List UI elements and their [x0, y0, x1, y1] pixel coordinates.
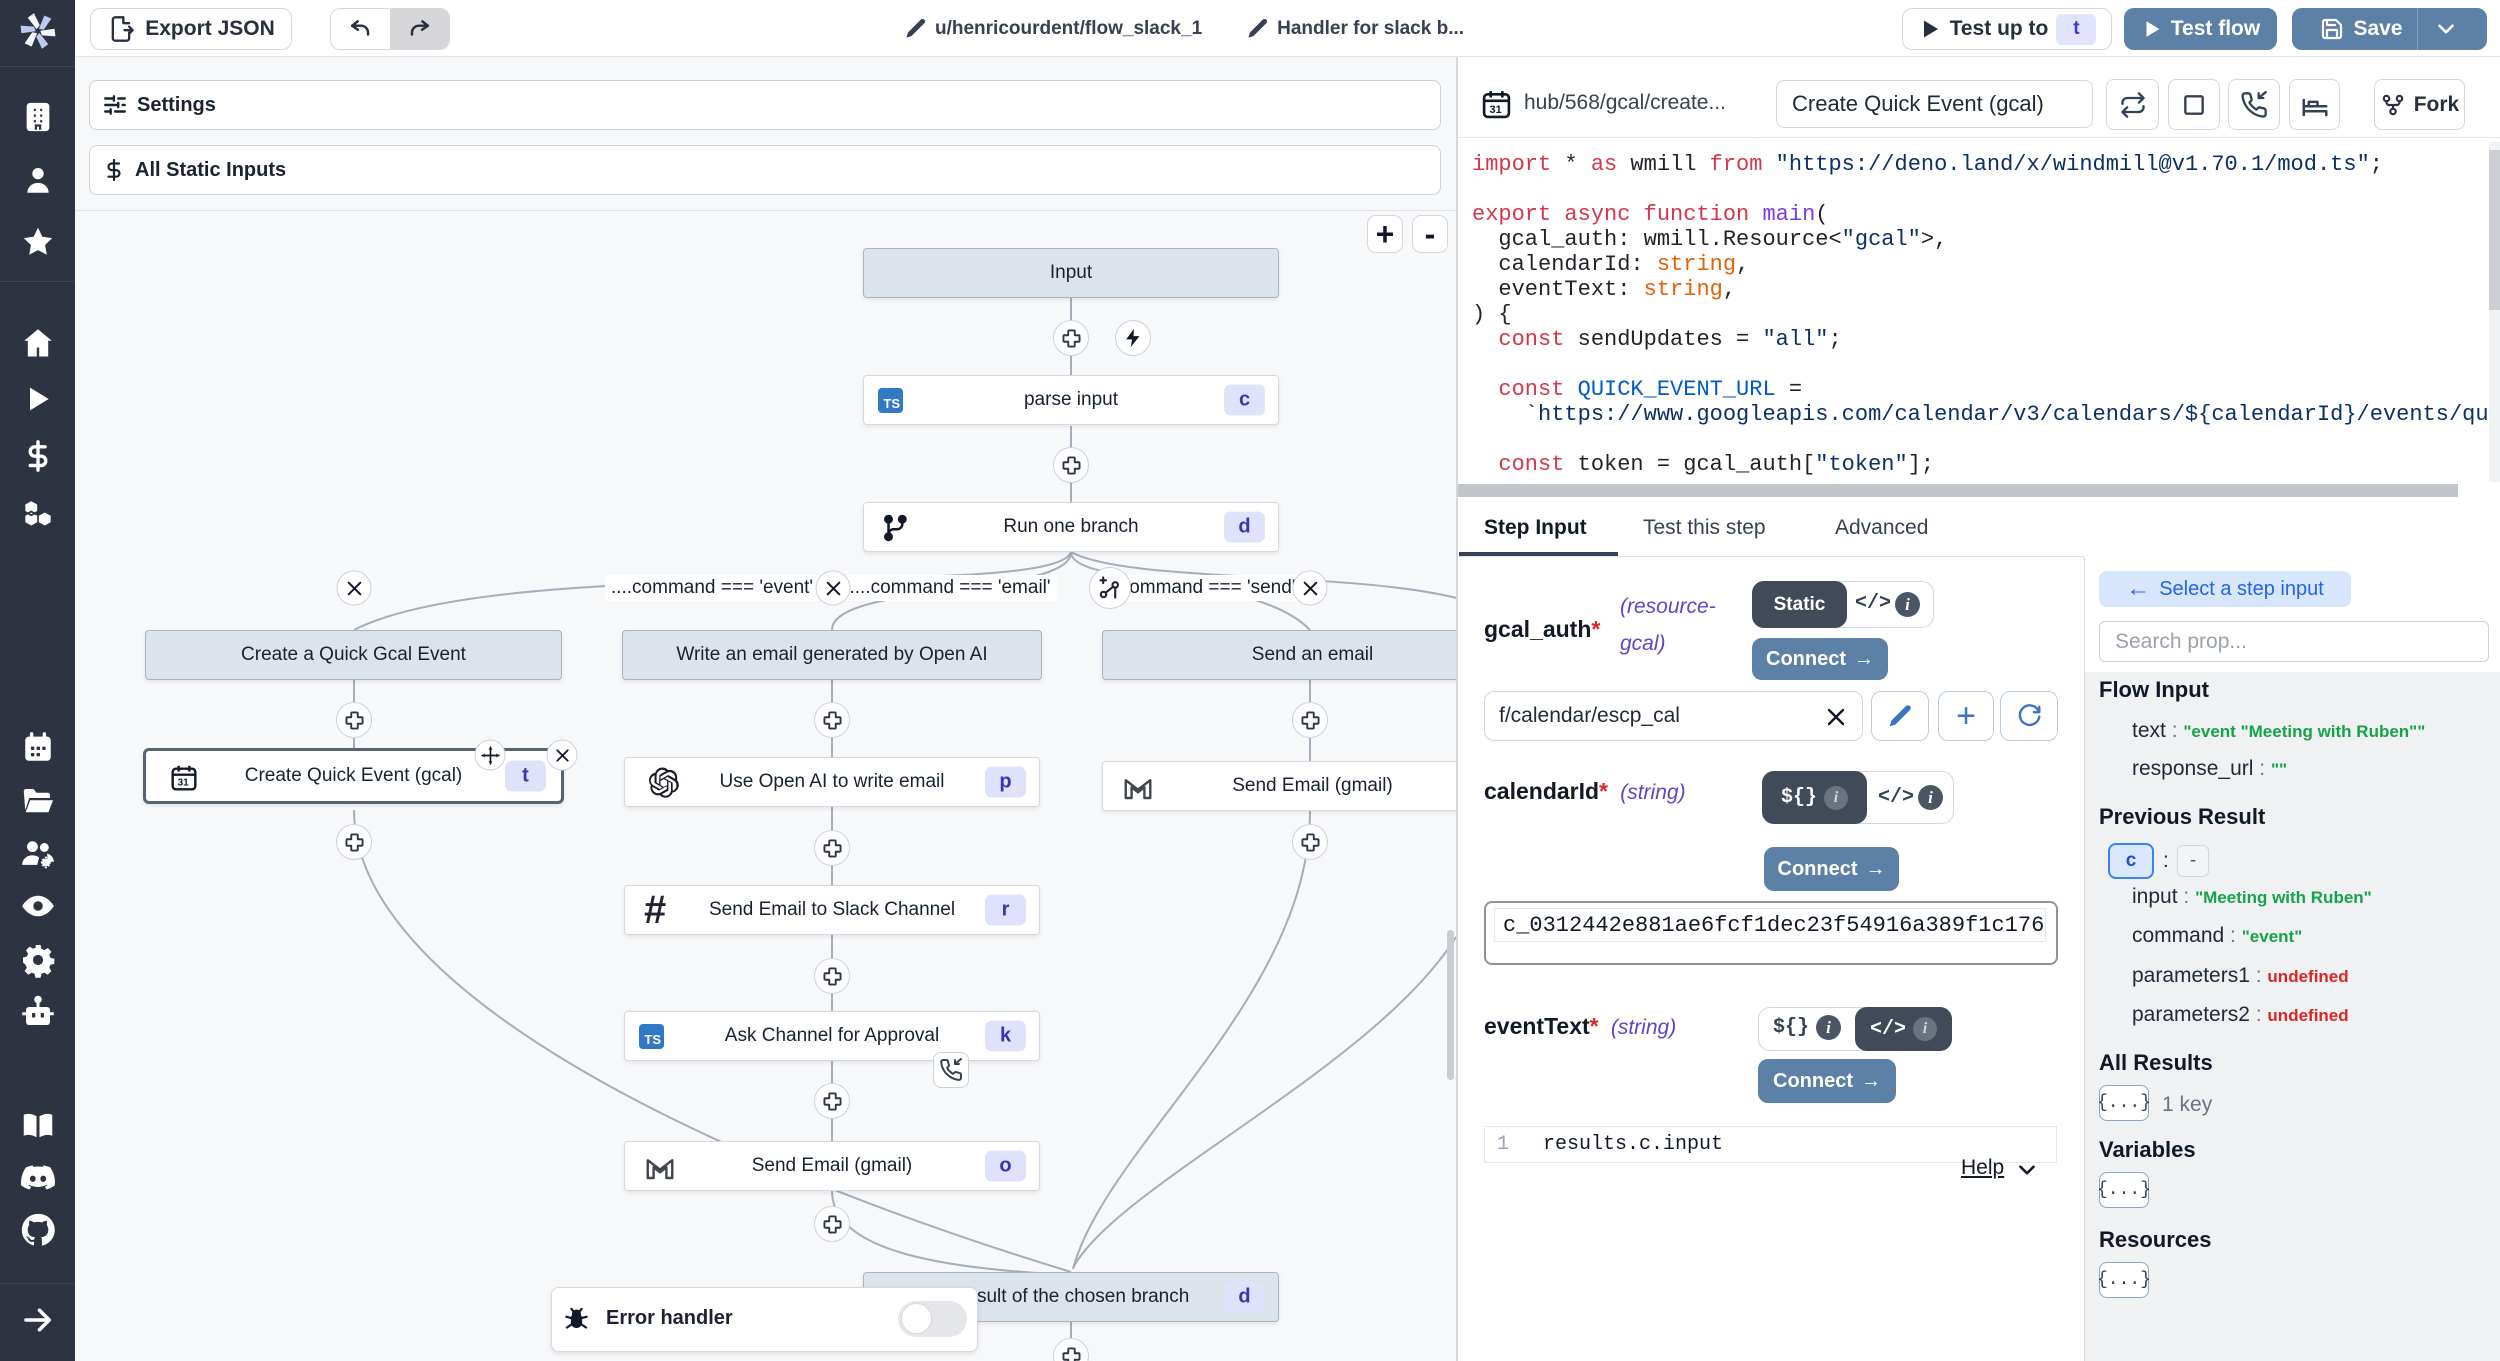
- svg-text:31: 31: [1490, 104, 1502, 116]
